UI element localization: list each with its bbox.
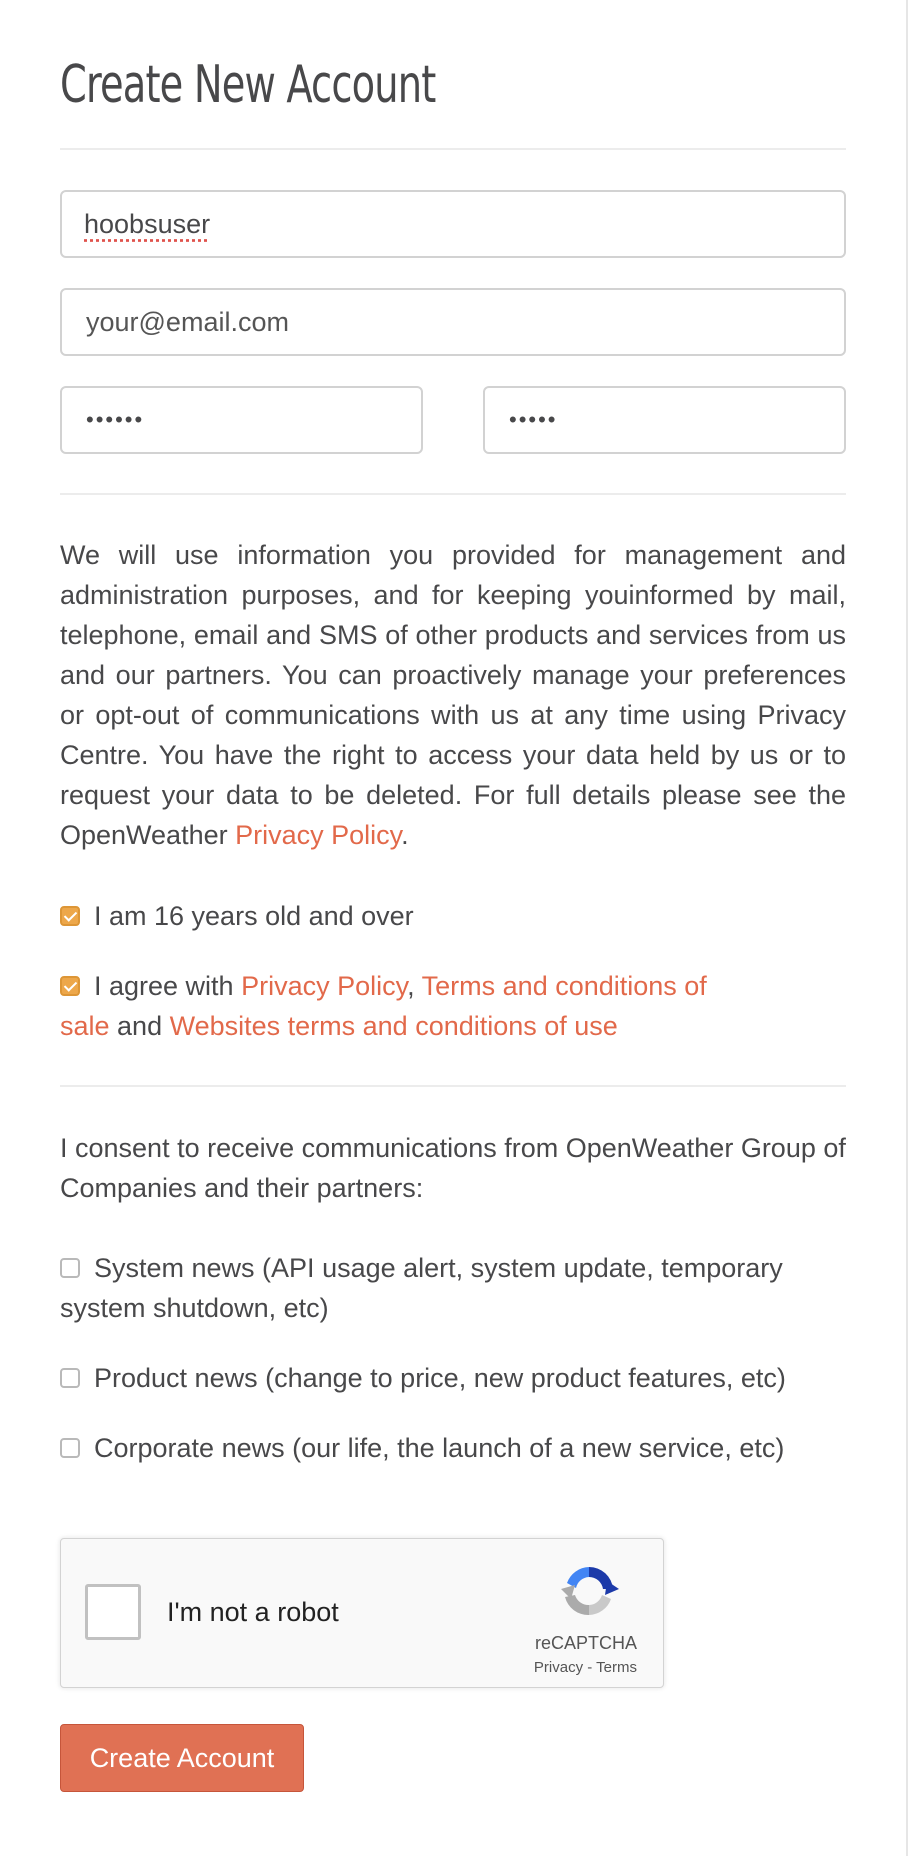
recaptcha-widget: I'm not a robot reCAPTCHA Privacy - Term…	[60, 1538, 664, 1688]
create-account-button[interactable]: Create Account	[60, 1724, 304, 1792]
recaptcha-logo-icon	[561, 1566, 619, 1616]
email-input[interactable]	[60, 288, 846, 356]
consent-corporate-news-row: Corporate news (our life, the launch of …	[60, 1428, 846, 1468]
privacy-notice: We will use information you provided for…	[60, 535, 846, 855]
privacy-policy-link[interactable]: Privacy Policy	[235, 820, 401, 850]
password-input[interactable]	[60, 386, 423, 454]
age-confirm-row: I am 16 years old and over	[60, 896, 846, 936]
product-news-label: Product news (change to price, new produ…	[94, 1363, 786, 1393]
consent-intro: I consent to receive communications from…	[60, 1133, 846, 1203]
agree-privacy-policy-link[interactable]: Privacy Policy	[241, 971, 407, 1001]
website-terms-link[interactable]: Websites terms and conditions of use	[170, 1011, 618, 1041]
divider	[60, 1085, 846, 1087]
product-news-checkbox[interactable]	[60, 1367, 80, 1388]
corporate-news-checkbox[interactable]	[60, 1437, 80, 1458]
recaptcha-checkbox[interactable]	[85, 1584, 141, 1640]
corporate-news-label: Corporate news (our life, the launch of …	[94, 1433, 785, 1463]
recaptcha-separator: -	[583, 1659, 597, 1676]
age-label: I am 16 years old and over	[94, 901, 414, 931]
username-input[interactable]	[60, 190, 846, 258]
page-title: Create New Account	[60, 55, 436, 115]
password-confirm-input[interactable]	[483, 386, 846, 454]
consent-product-news-row: Product news (change to price, new produ…	[60, 1358, 846, 1398]
age-checkbox[interactable]	[60, 905, 80, 926]
agree-terms-checkbox[interactable]	[60, 975, 80, 996]
recaptcha-links: Privacy - Terms	[534, 1659, 637, 1676]
agree-prefix: I agree with	[94, 971, 242, 1001]
recaptcha-brand: reCAPTCHA	[534, 1633, 637, 1653]
agree-terms-row: I agree with Privacy Policy, Terms and c…	[60, 966, 760, 1046]
divider	[60, 493, 846, 495]
recaptcha-privacy-link[interactable]: Privacy	[534, 1659, 583, 1676]
privacy-notice-end: .	[401, 820, 409, 850]
system-news-label: System news (API usage alert, system upd…	[60, 1253, 783, 1323]
privacy-notice-text: We will use information you provided for…	[60, 540, 846, 850]
divider	[60, 148, 846, 150]
username-field-wrap: hoobsuser	[60, 190, 846, 258]
recaptcha-label: I'm not a robot	[167, 1597, 339, 1627]
consent-system-news-row: System news (API usage alert, system upd…	[60, 1248, 846, 1328]
recaptcha-terms-link[interactable]: Terms	[596, 1659, 637, 1676]
system-news-checkbox[interactable]	[60, 1257, 80, 1278]
agree-comma: ,	[407, 971, 415, 1001]
agree-and: and	[109, 1011, 170, 1041]
